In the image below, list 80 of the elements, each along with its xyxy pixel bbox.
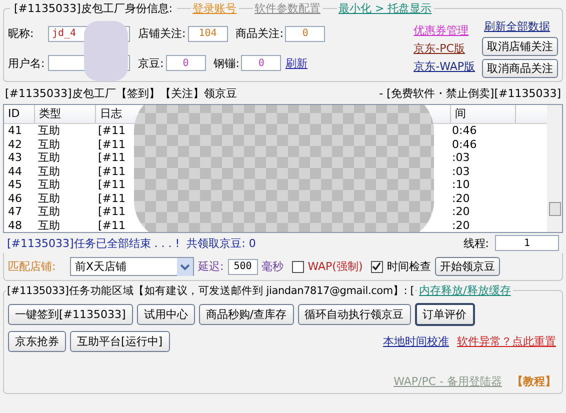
table-cell-text: 44 [7,164,23,178]
field-label: 线程: [463,236,489,250]
field-label: 钢镚: [214,56,240,71]
field-label: 昵称: [8,26,35,42]
table-cell-text: 互助 [37,164,61,178]
field-label: 店铺关注: [138,26,186,42]
table-cell-text: 47 [7,205,23,218]
field-label: 商品关注: [236,26,284,42]
table-cell-text: 48 [7,218,23,232]
panel-title: [#1135033]皮包工厂身份信息: [10,1,176,16]
unfollow-button[interactable]: 取消商品关注 [482,59,558,78]
field-label: 用户名: [8,56,46,71]
panel-title: [#1135033]任务功能区域【如有建议，可发送邮件到 jiandan7817@gmail.com】: [ [6,284,416,298]
table-cell-text: :03 [451,151,471,164]
refresh-link[interactable]: 刷新 [283,56,310,71]
table-cell-text: 46 [7,192,23,205]
table-cell-text: 0:46 [451,138,478,151]
field-label: 京豆: [138,56,164,71]
checkbox[interactable]: WAP(强制) [292,259,363,274]
function-button[interactable]: 试用中心 [136,304,195,325]
table-cell-text: [#11 [97,205,127,218]
scrollbar[interactable] [547,105,562,232]
delay-field[interactable]: 500 [228,258,258,274]
log-list[interactable]: ID 类型 日志 间 41 互助 [#11 0:46 42 互助 [#11 0:46 43 互助 [#11 :03 44 互助 [#11 :03 45 互助 [#11 :10 46 互助 [#11 :20 47 互助 [#11 :20 48 互助 [#11 :20 [3,104,563,233]
checkbox[interactable]: 时间检查 [370,259,431,274]
table-cell-text: :20 [451,218,471,232]
threads-field[interactable]: 1 [495,235,559,251]
table-cell-text: 互助 [37,138,61,151]
table-cell-text: [#11 [97,192,127,205]
table-cell-text: [#11 [97,218,127,232]
field-label: 延迟: [198,259,224,274]
table-cell-text: :03 [451,164,471,178]
column-header[interactable]: ID [4,105,35,123]
table-cell-text: 互助 [37,124,61,138]
field-label: 匹配店铺: [8,259,57,274]
unfollow-button[interactable]: 取消店铺关注 [482,37,558,56]
column-header[interactable]: 类型 [35,105,96,123]
start-button[interactable]: 开始领京豆 [434,257,500,276]
table-cell-text: [#11 [97,151,127,164]
function-button[interactable]: 一键签到[#1135033] [8,304,133,325]
table-cell-text: 43 [7,151,23,164]
column-header[interactable]: 间 [451,105,516,123]
check-icon [372,262,382,271]
side-link[interactable]: 京东-PC版 [412,41,467,56]
table-cell-text: 互助 [37,218,61,232]
function-button[interactable]: 互助平台[运行中] [70,331,170,352]
table-cell-text: 45 [7,178,23,192]
cache-link[interactable]: 内存释放/释放缓存 [417,283,513,298]
function-button[interactable]: 商品秒购/查库存 [198,304,294,325]
panel-title: - [免费软件・禁止倒卖][#1135033] [379,86,561,101]
table-cell-text: [#11 [97,138,127,151]
table-cell-text: 互助 [37,178,61,192]
table-cell-text: [#11 [97,178,127,192]
table-cell-text: [#11 [97,164,127,178]
action-link[interactable]: 本地时间校准 [381,334,451,349]
function-button[interactable]: 循环自动执行领京豆 [298,304,411,325]
table-cell-text: 互助 [37,151,61,164]
action-link[interactable]: 软件异常？点此重置 [455,334,558,349]
shop-dropdown[interactable]: 前X天店铺 [70,257,194,276]
table-cell-text: 互助 [37,192,61,205]
table-cell-text: :20 [451,192,471,205]
side-link[interactable]: 京东-WAP版 [412,59,477,74]
table-cell-text: :20 [451,205,471,218]
unit-label: 毫秒 [262,259,284,274]
text-field[interactable]: 0 [166,55,206,72]
text-field[interactable]: 0 [241,55,282,72]
refresh-all-link[interactable]: 刷新全部数据 [482,19,552,34]
function-button[interactable]: 京东抢券 [8,331,66,352]
side-link[interactable]: 优惠券管理 [412,23,471,38]
status-text: [#1135033]任务已全部结束 . . . ! 共领取京豆: 0 [7,236,257,250]
table-cell-text: 互助 [37,205,61,218]
table-cell-text: 42 [7,138,23,151]
function-button[interactable]: 订单评价 [414,303,475,326]
table-cell-text: 0:46 [451,124,478,138]
table-cell-text: [#11 [97,124,127,138]
blurred-overlay [84,21,128,81]
header-link[interactable]: 最小化 > 托盘显示 [336,1,434,16]
panel-title: [#1135033]皮包工厂【签到】【关注】领京豆 [5,86,237,101]
table-cell-text: :10 [451,178,471,192]
table-cell-text: 41 [7,124,23,138]
